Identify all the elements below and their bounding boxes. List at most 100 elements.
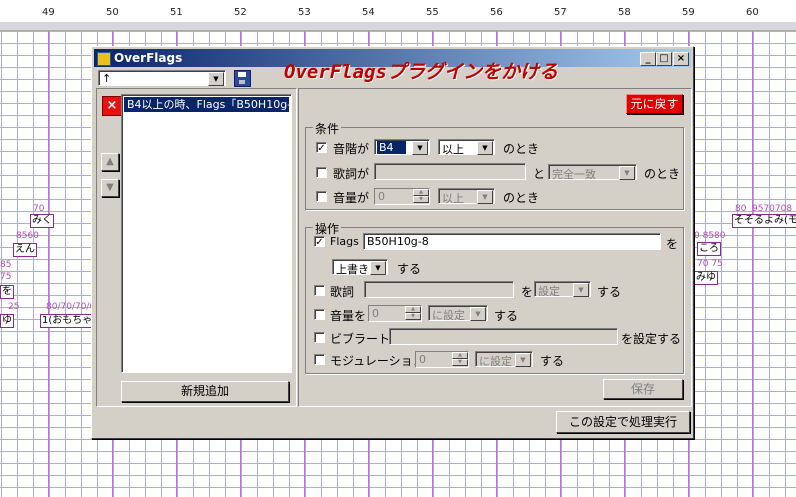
- lyric-condition-suffix: のとき: [644, 167, 681, 181]
- volume-op-checkbox[interactable]: [314, 309, 325, 320]
- volume-op-mode-combo[interactable]: に設定 ▼: [428, 305, 488, 322]
- save-disk-icon[interactable]: [234, 70, 251, 87]
- spin-up-icon[interactable]: ▲: [452, 352, 468, 359]
- ruler-number: 49: [42, 7, 55, 18]
- chevron-down-icon[interactable]: ▼: [573, 283, 589, 297]
- flags-input[interactable]: B50H10g-8: [363, 233, 661, 250]
- vibrato-input[interactable]: [389, 328, 618, 345]
- lyric-op-mode-combo[interactable]: 設定 ▼: [534, 281, 591, 298]
- spin-up-icon[interactable]: ▲: [405, 306, 421, 313]
- save-button[interactable]: 保存: [603, 379, 683, 399]
- modulation-stepper[interactable]: 0 ▲ ▼: [415, 351, 469, 368]
- volume-operator-combo[interactable]: 以上 ▼: [438, 188, 495, 205]
- overflags-window: OverFlags _ □ × ↑ ▼ × B4以上の時、Flags「B50H1…: [91, 46, 694, 439]
- note[interactable]: みゆ: [694, 271, 718, 285]
- pitch-combo[interactable]: B4 ▼: [374, 139, 430, 155]
- move-down-button[interactable]: ▼: [101, 179, 119, 197]
- lyric-condition-input[interactable]: [374, 163, 526, 180]
- volume-condition-label: 音量が: [333, 191, 370, 205]
- chevron-down-icon[interactable]: ▼: [477, 190, 493, 204]
- flags-mode-combo[interactable]: 上書き ▼: [332, 259, 388, 276]
- close-button[interactable]: ×: [673, 52, 689, 66]
- flags-checkbox[interactable]: ✓: [314, 236, 325, 248]
- window-title: OverFlags: [114, 51, 183, 65]
- rule-list[interactable]: B4以上の時、Flags「B50H10g-8」: [121, 94, 292, 373]
- note-param: 25: [8, 302, 20, 312]
- spin-down-icon[interactable]: ▼: [452, 359, 468, 366]
- ruler-number: 54: [362, 7, 375, 18]
- lyric-op-connector: を: [521, 285, 534, 299]
- pitch-value: B4: [377, 141, 406, 154]
- ruler-number: 51: [170, 7, 183, 18]
- minimize-button[interactable]: _: [640, 52, 656, 66]
- ruler-number: 58: [618, 7, 631, 18]
- modulation-checkbox[interactable]: [314, 354, 325, 365]
- note[interactable]: を: [0, 285, 14, 299]
- note[interactable]: えん: [13, 243, 37, 257]
- revert-button[interactable]: 元に戻す: [626, 94, 683, 114]
- note-param: 9570708: [752, 204, 793, 214]
- modulation-value: 0: [419, 353, 426, 366]
- chevron-down-icon[interactable]: ▼: [619, 166, 635, 180]
- pitch-operator-value: 以上: [442, 143, 464, 156]
- note[interactable]: そそるよみ(モ: [732, 214, 796, 228]
- note-param: 80: [735, 204, 747, 214]
- volume-condition-stepper[interactable]: 0 ▲ ▼: [374, 188, 430, 205]
- delete-icon[interactable]: ×: [102, 96, 122, 116]
- chevron-down-icon[interactable]: ▼: [515, 353, 531, 367]
- spin-up-icon[interactable]: ▲: [413, 189, 429, 196]
- chevron-down-icon[interactable]: ▼: [477, 141, 493, 155]
- volume-op-mode-value: に設定: [432, 309, 465, 322]
- spin-down-icon[interactable]: ▼: [405, 313, 421, 320]
- flags-mode-value: 上書き: [336, 263, 369, 276]
- ruler-number: 60: [746, 7, 759, 18]
- lyric-match-value: 完全一致: [552, 168, 596, 181]
- conditions-title: 条件: [313, 120, 342, 137]
- spin-down-icon[interactable]: ▼: [413, 196, 429, 203]
- ruler-number: 56: [490, 7, 503, 18]
- preset-combo[interactable]: ↑ ▼: [98, 70, 226, 86]
- modulation-suffix: する: [540, 354, 565, 368]
- volume-condition-checkbox[interactable]: [316, 191, 327, 202]
- ruler-number: 52: [234, 7, 247, 18]
- lyric-condition-checkbox[interactable]: [316, 167, 327, 178]
- pitch-condition-checkbox[interactable]: ✓: [316, 142, 327, 154]
- note-param: 80/70/70/0: [46, 302, 96, 312]
- lyric-op-input[interactable]: [364, 281, 514, 298]
- ruler-number: 53: [298, 7, 311, 18]
- lyric-condition-label: 歌詞が: [333, 167, 370, 181]
- measure-ruler: 49 50 51 52 53 54 55 56 57 58 59 60: [0, 0, 796, 23]
- volume-condition-value: 0: [378, 190, 385, 203]
- volume-op-value: 0: [372, 307, 379, 320]
- lyric-op-label: 歌詞: [330, 285, 355, 299]
- pitch-suffix: のとき: [503, 142, 540, 156]
- move-up-button[interactable]: ▲: [101, 153, 119, 171]
- note[interactable]: ころ: [697, 242, 721, 256]
- volume-operator-value: 以上: [442, 192, 464, 205]
- plugin-banner: OverFlagsプラグインをかける: [284, 61, 558, 83]
- new-rule-button[interactable]: 新規追加: [121, 381, 289, 402]
- volume-op-stepper[interactable]: 0 ▲ ▼: [368, 305, 422, 322]
- chevron-down-icon[interactable]: ▼: [470, 307, 486, 321]
- vibrato-suffix: を設定する: [621, 332, 682, 346]
- note[interactable]: 1(おもちゃ: [40, 314, 95, 328]
- ruler-number: 57: [554, 7, 567, 18]
- maximize-button[interactable]: □: [656, 52, 672, 66]
- list-item[interactable]: B4以上の時、Flags「B50H10g-8」: [124, 97, 289, 112]
- lyric-match-combo[interactable]: 完全一致 ▼: [548, 164, 637, 181]
- chevron-down-icon[interactable]: ▼: [412, 141, 428, 155]
- execute-button[interactable]: この設定で処理実行: [556, 411, 690, 433]
- note[interactable]: みく: [30, 214, 54, 228]
- chevron-down-icon[interactable]: ▼: [370, 261, 386, 275]
- modulation-mode-combo[interactable]: に設定 ▼: [475, 351, 533, 368]
- volume-condition-suffix: のとき: [503, 191, 540, 205]
- pitch-label: 音階が: [333, 142, 370, 156]
- chevron-down-icon[interactable]: ▼: [208, 72, 224, 86]
- note-param: 70: [33, 204, 45, 214]
- pitch-operator-combo[interactable]: 以上 ▼: [438, 139, 495, 156]
- note[interactable]: ゆ: [0, 314, 14, 328]
- vibrato-checkbox[interactable]: [314, 332, 325, 343]
- modulation-mode-value: に設定: [479, 355, 512, 368]
- lyric-op-checkbox[interactable]: [314, 285, 325, 296]
- volume-op-suffix: する: [494, 309, 519, 323]
